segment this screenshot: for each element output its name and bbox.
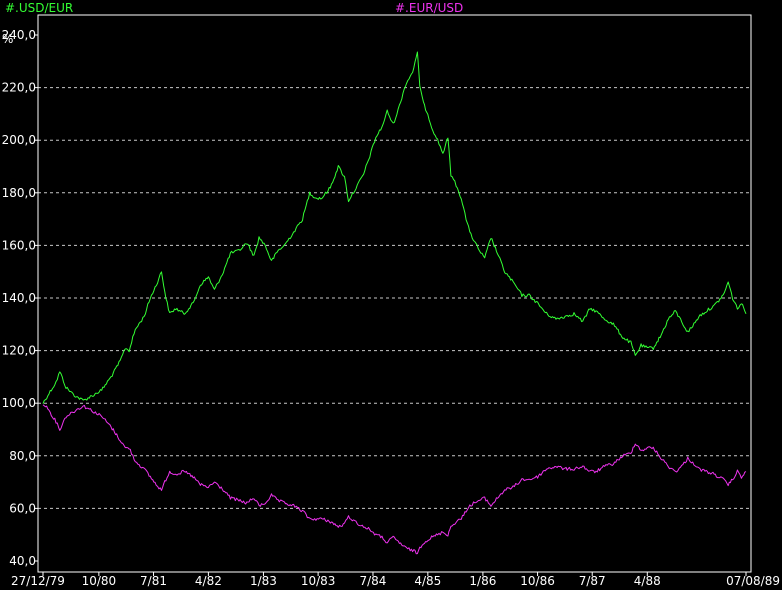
x-tick-label: 07/08/89	[726, 574, 780, 588]
x-tick-label: 4/82	[195, 574, 222, 588]
x-tick-label: 10/80	[82, 574, 117, 588]
x-tick-label: 27/12/79	[11, 574, 65, 588]
x-axis-ticks: 27/12/79 10/80 7/81 4/82 1/83 10/83 7/84 4/85 1/…	[11, 572, 780, 588]
y-tick-label: 140,0	[2, 291, 36, 305]
x-tick-label: 7/87	[579, 574, 606, 588]
gridlines	[38, 87, 751, 509]
y-tick-label: 40,0	[9, 554, 36, 568]
x-tick-label: 10/83	[301, 574, 336, 588]
x-tick-label: 4/85	[414, 574, 441, 588]
x-tick-label: 1/83	[250, 574, 277, 588]
series-group	[42, 51, 747, 555]
y-tick-label: 120,0	[2, 344, 36, 358]
y-axis-ticks: 40,0 60,0 80,0 100,0 120,0 140,0 160,0 180,0 200…	[2, 28, 38, 568]
series-line-eur-usd	[42, 404, 747, 555]
y-tick-label: 200,0	[2, 133, 36, 147]
chart-canvas: % 40,060,080,0100,0120,0140,0160,0180,02…	[2, 14, 780, 588]
x-tick-label: 7/81	[140, 574, 167, 588]
x-tick-label: 4/88	[634, 574, 661, 588]
x-tick-label: 10/86	[520, 574, 555, 588]
y-tick-label: 180,0	[2, 186, 36, 200]
x-tick-label: 7/84	[359, 574, 386, 588]
y-tick-label: 80,0	[9, 449, 36, 463]
x-tick-label: 1/86	[469, 574, 496, 588]
y-tick-label: 240,0	[2, 28, 36, 42]
y-tick-label: 60,0	[9, 501, 36, 515]
plot-frame	[37, 14, 752, 573]
y-tick-label: 220,0	[2, 81, 36, 95]
y-tick-label: 160,0	[2, 238, 36, 252]
y-tick-label: 100,0	[2, 396, 36, 410]
